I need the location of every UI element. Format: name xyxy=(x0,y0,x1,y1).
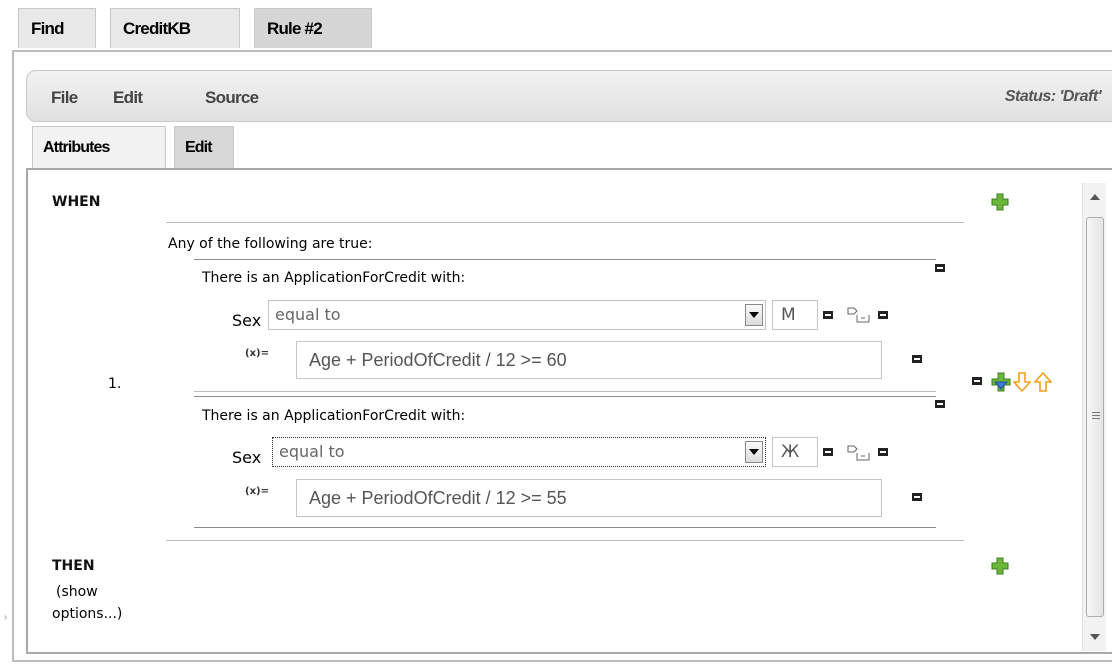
minus-icon[interactable] xyxy=(823,311,833,319)
field-label: Sex xyxy=(232,448,262,467)
menu-file[interactable]: File xyxy=(51,88,78,108)
any-of-label: Any of the following are true: xyxy=(168,236,373,252)
scrollbar-thumb[interactable] xyxy=(1086,217,1104,617)
row-number: 1. xyxy=(108,376,122,392)
show-options-link[interactable]: options...) xyxy=(52,606,122,622)
collapse-handle-icon[interactable]: › xyxy=(4,612,7,623)
minus-icon[interactable] xyxy=(972,377,982,385)
tab-attributes-label: Attributes xyxy=(43,138,110,156)
tag-icon[interactable] xyxy=(845,305,873,325)
dropdown-icon[interactable] xyxy=(745,304,763,326)
tab-creditkb-label: CreditKB xyxy=(123,18,191,38)
menu-source[interactable]: Source xyxy=(205,88,259,108)
divider xyxy=(194,527,936,528)
menu-edit[interactable]: Edit xyxy=(113,88,143,108)
minus-icon[interactable] xyxy=(912,355,922,363)
insert-icon[interactable] xyxy=(991,372,1011,392)
show-options-link[interactable]: (show xyxy=(56,584,98,600)
fx-label: (x)= xyxy=(245,486,269,497)
minus-icon[interactable] xyxy=(878,448,888,456)
tab-rule-2[interactable]: Rule #2 xyxy=(254,8,372,48)
vertical-scrollbar[interactable] xyxy=(1082,183,1106,651)
expression-field[interactable]: Age + PeriodOfCredit / 12 >= 60 xyxy=(296,341,882,379)
minus-icon[interactable] xyxy=(935,400,945,408)
tab-edit[interactable]: Edit xyxy=(174,126,234,168)
tab-find[interactable]: Find xyxy=(18,8,96,48)
fact-label: There is an ApplicationForCredit with: xyxy=(202,408,466,424)
operator-value: equal to xyxy=(279,442,345,461)
divider xyxy=(166,222,964,223)
operator-select[interactable]: equal to xyxy=(272,437,766,467)
fact-label: There is an ApplicationForCredit with: xyxy=(202,270,466,286)
tag-icon[interactable] xyxy=(845,443,873,463)
status-label: Status: 'Draft' xyxy=(1004,88,1102,105)
scroll-down-icon[interactable] xyxy=(1083,625,1107,649)
divider xyxy=(166,540,964,541)
arrow-down-icon[interactable] xyxy=(1013,372,1031,392)
minus-icon[interactable] xyxy=(823,448,833,456)
fx-label: (x)= xyxy=(245,348,269,359)
divider xyxy=(194,259,936,260)
operator-value: equal to xyxy=(275,305,341,324)
menu-bar: File Edit Source Status: 'Draft' xyxy=(26,70,1112,122)
scroll-up-icon[interactable] xyxy=(1083,185,1107,209)
tab-attributes[interactable]: Attributes xyxy=(32,126,166,168)
tab-find-label: Find xyxy=(31,18,64,38)
plus-icon[interactable] xyxy=(991,557,1009,575)
expression-text: Age + PeriodOfCredit / 12 >= 60 xyxy=(309,350,567,370)
value-text: Ж xyxy=(781,442,800,462)
plus-icon[interactable] xyxy=(991,193,1009,211)
when-label: WHEN xyxy=(52,194,101,210)
value-field[interactable]: M xyxy=(772,300,818,330)
then-label: THEN xyxy=(52,558,95,574)
minus-icon[interactable] xyxy=(878,311,888,319)
tab-edit-label: Edit xyxy=(185,138,213,156)
tab-rule-2-label: Rule #2 xyxy=(267,18,323,38)
operator-select[interactable]: equal to xyxy=(268,300,766,330)
divider xyxy=(194,391,936,392)
field-label: Sex xyxy=(232,311,262,330)
expression-text: Age + PeriodOfCredit / 12 >= 55 xyxy=(309,488,567,508)
value-text: M xyxy=(781,305,796,325)
minus-icon[interactable] xyxy=(912,493,922,501)
tab-creditkb[interactable]: CreditKB xyxy=(110,8,240,48)
dropdown-icon[interactable] xyxy=(745,441,763,463)
minus-icon[interactable] xyxy=(935,264,945,272)
divider xyxy=(194,396,936,397)
expression-field[interactable]: Age + PeriodOfCredit / 12 >= 55 xyxy=(296,479,882,517)
arrow-up-icon[interactable] xyxy=(1034,372,1052,392)
value-field[interactable]: Ж xyxy=(772,437,818,467)
